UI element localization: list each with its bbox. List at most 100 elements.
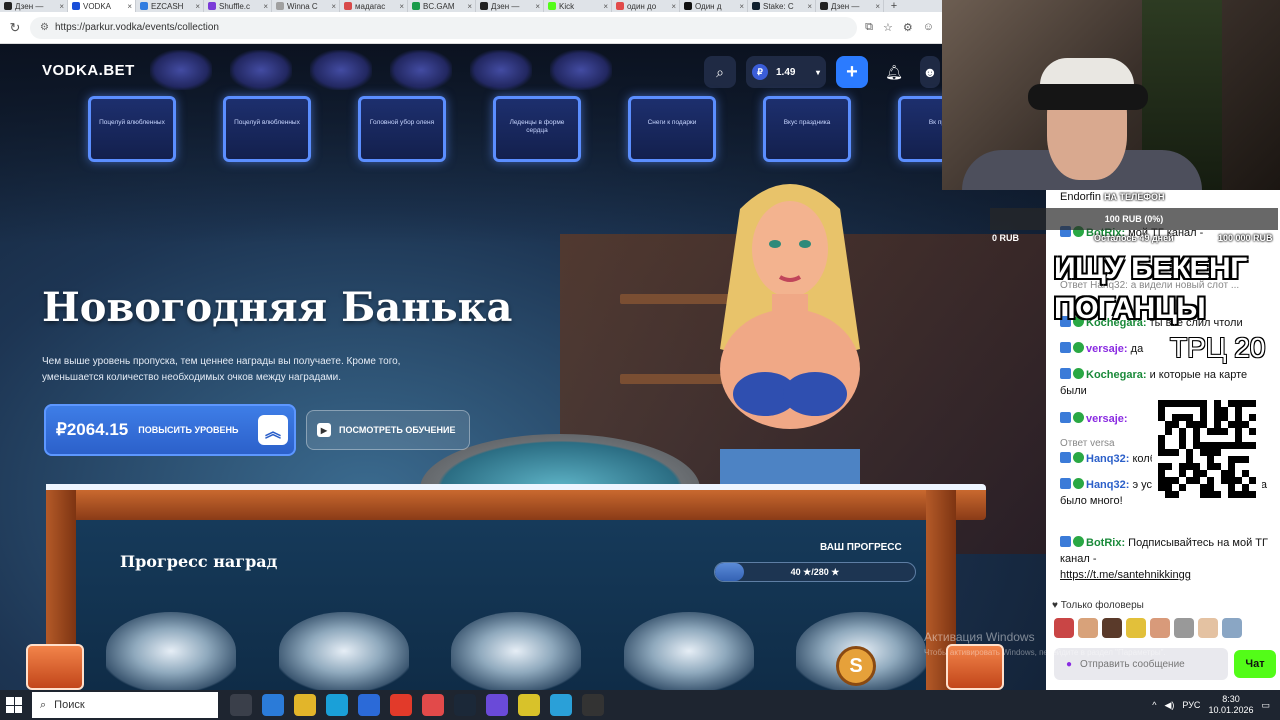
yandex-icon[interactable] <box>390 694 412 716</box>
level-up-button[interactable]: ₽2064.15 ПОВЫСИТЬ УРОВЕНЬ ︽ <box>44 404 296 456</box>
close-tab-icon[interactable]: × <box>807 2 812 11</box>
reward-card[interactable]: Поцелуй влюбленных <box>88 96 176 162</box>
close-tab-icon[interactable]: × <box>59 2 64 11</box>
emote[interactable] <box>1126 618 1146 638</box>
steam-icon[interactable] <box>454 694 476 716</box>
nav-item[interactable] <box>550 50 612 90</box>
windows-start-icon[interactable] <box>6 697 22 713</box>
chat-message: Endorfin <box>1060 190 1275 206</box>
chat-send-button[interactable]: Чат <box>1234 650 1276 678</box>
close-tab-icon[interactable]: × <box>739 2 744 11</box>
extensions-icon[interactable]: ⚙ <box>903 21 913 34</box>
nav-item[interactable] <box>230 50 292 90</box>
close-tab-icon[interactable]: × <box>535 2 540 11</box>
tray-chevron-icon[interactable]: ^ <box>1152 700 1156 710</box>
url-field[interactable]: ⚙ https://parkur.vodka/events/collection <box>30 16 858 39</box>
close-tab-icon[interactable]: × <box>127 2 132 11</box>
keyboard-language[interactable]: РУС <box>1182 700 1200 710</box>
reward-slot[interactable] <box>106 612 236 690</box>
tab-label: Дзен — <box>831 1 860 11</box>
mail-icon[interactable] <box>358 694 380 716</box>
reward-card[interactable]: Головной убор оленя <box>358 96 446 162</box>
reward-card[interactable]: Поцелуй влюбленных <box>223 96 311 162</box>
watch-tutorial-button[interactable]: ▶ ПОСМОТРЕТЬ ОБУЧЕНИЕ <box>306 410 470 450</box>
notifications-icon[interactable]: ▭ <box>1261 700 1270 711</box>
site-logo[interactable]: VODKA.BET <box>42 62 135 79</box>
chat-link[interactable]: https://t.me/santehnikkingg <box>1060 569 1191 581</box>
browser-tab[interactable]: Winna C × <box>272 0 340 12</box>
chat-username[interactable]: BotRix: <box>1086 537 1125 549</box>
browser-tab[interactable]: Дзен — × <box>0 0 68 12</box>
app-icon[interactable] <box>262 694 284 716</box>
nav-item[interactable] <box>390 50 452 90</box>
app-icon[interactable] <box>518 694 540 716</box>
close-tab-icon[interactable]: × <box>603 2 608 11</box>
browser-tab[interactable]: EZCASH × <box>136 0 204 12</box>
browser-tab[interactable]: Один д × <box>680 0 748 12</box>
browser-tab[interactable]: Дзен — × <box>816 0 884 12</box>
close-tab-icon[interactable]: × <box>875 2 880 11</box>
edge-icon[interactable] <box>326 694 348 716</box>
chat-username[interactable]: versaje: <box>1086 343 1128 355</box>
emote[interactable] <box>1102 618 1122 638</box>
emote[interactable] <box>1054 618 1074 638</box>
profile-icon[interactable]: ☺ <box>923 21 934 34</box>
reload-icon[interactable]: ↻ <box>8 20 22 36</box>
browser-tab[interactable]: VODKA × <box>68 0 136 12</box>
telegram-icon[interactable] <box>550 694 572 716</box>
browser-tab[interactable]: Дзен — × <box>476 0 544 12</box>
emote[interactable] <box>1198 618 1218 638</box>
emote[interactable] <box>1174 618 1194 638</box>
reward-card[interactable]: Вкус праздника <box>763 96 851 162</box>
close-tab-icon[interactable]: × <box>195 2 200 11</box>
reward-slot[interactable] <box>278 612 409 690</box>
nav-item[interactable] <box>150 50 212 90</box>
file-explorer-icon[interactable] <box>294 694 316 716</box>
browser-tab[interactable]: Kick × <box>544 0 612 12</box>
browser-tab[interactable]: Shuffle.c × <box>204 0 272 12</box>
close-tab-icon[interactable]: × <box>263 2 268 11</box>
chat-username[interactable]: versaje: <box>1086 413 1128 425</box>
nav-item[interactable] <box>470 50 532 90</box>
browser-tab[interactable]: один до × <box>612 0 680 12</box>
close-tab-icon[interactable]: × <box>671 2 676 11</box>
chat-username[interactable]: Kochegara: <box>1086 369 1147 381</box>
clock[interactable]: 8:30 10.01.2026 <box>1208 694 1253 716</box>
volume-icon[interactable]: ◀) <box>1164 700 1174 711</box>
chat-username[interactable]: Hanq32: <box>1086 453 1129 465</box>
nav-item[interactable] <box>310 50 372 90</box>
browser-tab[interactable]: мадагас × <box>340 0 408 12</box>
reward-card[interactable]: Леденцы в форме сердца <box>493 96 581 162</box>
browser-tab[interactable]: Stake: C × <box>748 0 816 12</box>
profile-button[interactable]: ☻ <box>920 56 940 88</box>
emote[interactable] <box>1150 618 1170 638</box>
browser-tab[interactable]: BC.GAM × <box>408 0 476 12</box>
close-tab-icon[interactable]: × <box>467 2 472 11</box>
reward-slot[interactable] <box>623 612 754 690</box>
bookmark-star-icon[interactable]: ☆ <box>883 21 893 34</box>
chat-input-placeholder: Отправить сообщение <box>1080 658 1185 670</box>
emote[interactable] <box>1222 618 1242 638</box>
close-tab-icon[interactable]: × <box>399 2 404 11</box>
reward-slot[interactable] <box>451 612 581 690</box>
chat-username[interactable]: Hanq32: <box>1086 479 1129 491</box>
emote[interactable] <box>1078 618 1098 638</box>
reward-card[interactable]: Снеги к подарки <box>628 96 716 162</box>
app-icon[interactable] <box>486 694 508 716</box>
mic-icon[interactable]: ● <box>1066 659 1072 670</box>
site-info-icon[interactable]: ⚙ <box>40 22 49 33</box>
close-tab-icon[interactable]: × <box>331 2 336 11</box>
yandex-browser-icon[interactable] <box>422 694 444 716</box>
scroll-left-arrow-icon[interactable] <box>26 644 84 690</box>
taskbar-search[interactable]: ⌕ Поиск <box>32 692 218 718</box>
obs-icon[interactable] <box>582 694 604 716</box>
favicon-icon <box>72 2 80 10</box>
translate-icon[interactable]: ⧉ <box>865 21 873 34</box>
goal-days-left: Осталось 49 дней <box>1094 233 1174 243</box>
notifications-button[interactable]: 🔔︎ <box>878 56 910 88</box>
task-view-icon[interactable] <box>230 694 252 716</box>
balance-selector[interactable]: ₽ 1.49 ▾ <box>746 56 826 88</box>
new-tab-button[interactable]: + <box>884 0 904 12</box>
search-button[interactable]: ⌕ <box>704 56 736 88</box>
deposit-button[interactable]: + <box>836 56 868 88</box>
